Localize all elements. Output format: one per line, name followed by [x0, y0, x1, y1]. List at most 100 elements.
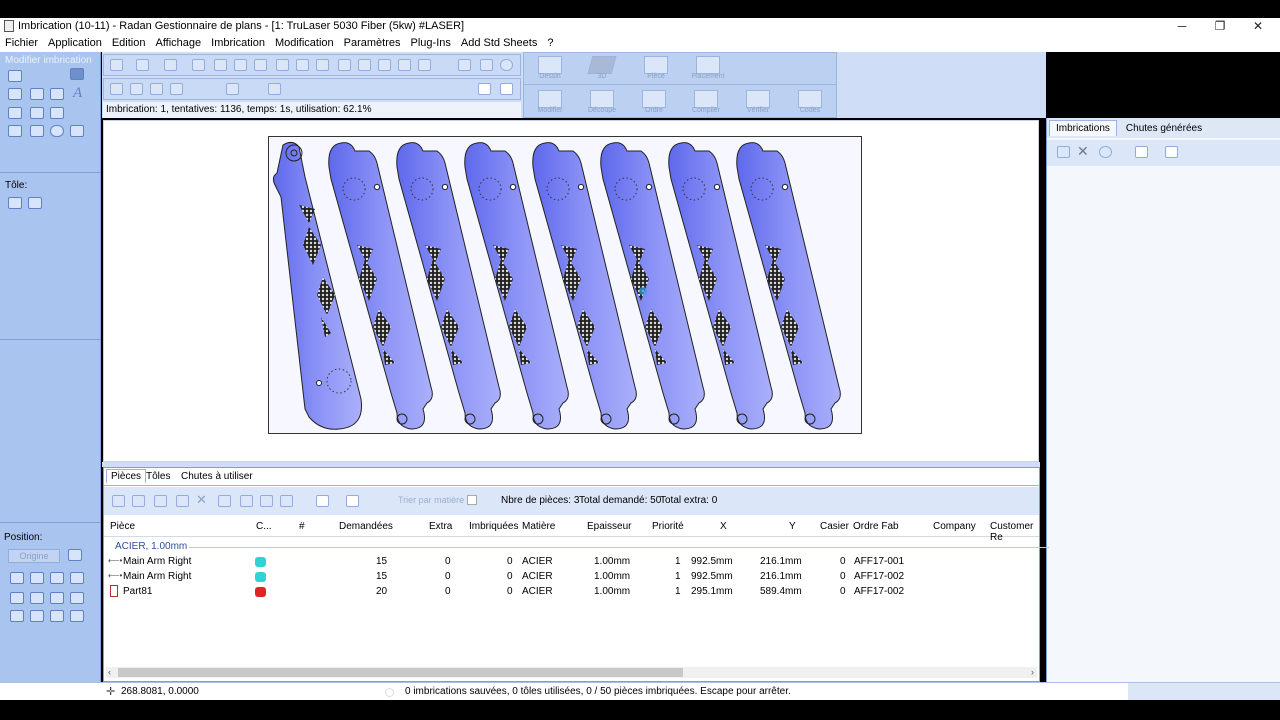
- align-tool-icon[interactable]: [30, 107, 44, 119]
- parts-folder-icon[interactable]: [218, 495, 231, 507]
- origin-button[interactable]: Origine: [8, 549, 60, 563]
- web-icon[interactable]: [480, 59, 493, 71]
- view-panel-icon[interactable]: [500, 83, 513, 95]
- menu-application[interactable]: Application: [43, 34, 107, 52]
- position-tool-icon-1[interactable]: [10, 572, 24, 584]
- last-icon[interactable]: [170, 83, 183, 95]
- col-extra[interactable]: Extra: [429, 521, 452, 532]
- table-row[interactable]: ⟵• Main Arm Right 15 0 0 ACIER 1.00mm 1 …: [104, 555, 1039, 570]
- col-customer-ref[interactable]: Customer Re: [990, 521, 1039, 543]
- menu-parametres[interactable]: Paramètres: [339, 34, 406, 52]
- filter-icon[interactable]: [378, 59, 391, 71]
- cross-tool-icon[interactable]: [8, 125, 22, 137]
- tab-imbrications[interactable]: Imbrications: [1049, 120, 1117, 136]
- position-tool-icon-9[interactable]: [10, 610, 24, 622]
- menu-affichage[interactable]: Affichage: [150, 34, 206, 52]
- first-icon[interactable]: [110, 83, 123, 95]
- position-tool-icon-5[interactable]: [10, 592, 24, 604]
- next-icon[interactable]: [150, 83, 163, 95]
- placement-icon[interactable]: [696, 56, 720, 74]
- stop-icon[interactable]: [316, 59, 329, 71]
- position-tool-icon-8[interactable]: [70, 592, 84, 604]
- col-priority[interactable]: Priorité: [652, 521, 684, 532]
- col-company[interactable]: Company: [933, 521, 976, 532]
- minimize-button[interactable]: ─: [1162, 18, 1202, 34]
- menu-edition[interactable]: Edition: [107, 34, 151, 52]
- col-x[interactable]: X: [720, 521, 727, 532]
- table-row[interactable]: Part81 20 0 0 ACIER 1.00mm 1 295.1mm 589…: [104, 585, 1039, 600]
- menu-help[interactable]: ?: [542, 34, 558, 52]
- col-demanded[interactable]: Demandées: [339, 521, 393, 532]
- save-icon[interactable]: [164, 59, 177, 71]
- move-tool-icon[interactable]: [8, 88, 22, 100]
- verify-icon[interactable]: [746, 90, 770, 108]
- scroll-left-icon[interactable]: ‹: [108, 667, 111, 677]
- scroll-right-icon[interactable]: ›: [1031, 667, 1034, 677]
- flip-tool-icon[interactable]: [70, 125, 84, 137]
- right-layout-icon[interactable]: [1165, 146, 1178, 158]
- table-icon[interactable]: [268, 83, 281, 95]
- parts-view-icon[interactable]: [316, 495, 329, 507]
- parts-horizontal-scrollbar[interactable]: ‹ ›: [106, 667, 1037, 678]
- menu-imbrication[interactable]: Imbrication: [206, 34, 270, 52]
- parts-add-icon[interactable]: [112, 495, 125, 507]
- modify-icon[interactable]: [538, 90, 562, 108]
- list-icon[interactable]: [418, 59, 431, 71]
- col-thickness[interactable]: Epaisseur: [587, 521, 631, 532]
- menu-add-std-sheets[interactable]: Add Std Sheets: [456, 34, 542, 52]
- mirror-tool-icon[interactable]: [30, 125, 44, 137]
- col-casier[interactable]: Casier: [820, 521, 849, 532]
- menu-plugins[interactable]: Plug-Ins: [406, 34, 456, 52]
- col-piece[interactable]: Pièce: [110, 521, 135, 532]
- col-material[interactable]: Matière: [522, 521, 555, 532]
- canvas-horizontal-scrollbar[interactable]: [108, 448, 1026, 457]
- col-y[interactable]: Y: [789, 521, 796, 532]
- position-tool-icon-10[interactable]: [30, 610, 44, 622]
- parts-delete-icon[interactable]: ✕: [196, 492, 207, 508]
- parts-save-icon[interactable]: [154, 495, 167, 507]
- sheet-tool-icon-1[interactable]: [8, 197, 22, 209]
- snap-icon[interactable]: [338, 59, 351, 71]
- sheet-tool-icon-2[interactable]: [28, 197, 42, 209]
- tab-toles[interactable]: Tôles: [146, 471, 170, 482]
- tab-pieces[interactable]: Pièces: [106, 469, 147, 483]
- right-delete-icon[interactable]: ✕: [1077, 143, 1089, 160]
- parts-import-icon[interactable]: [132, 495, 145, 507]
- part-icon[interactable]: [644, 56, 668, 74]
- tab-chutes-a-utiliser[interactable]: Chutes à utiliser: [181, 471, 253, 482]
- nest-view-icon[interactable]: [226, 83, 239, 95]
- grid-tool-icon[interactable]: [50, 107, 64, 119]
- copy-icon[interactable]: [234, 59, 247, 71]
- parts-grid-icon[interactable]: [260, 495, 273, 507]
- menu-modification[interactable]: Modification: [270, 34, 339, 52]
- pen-icon[interactable]: [214, 59, 227, 71]
- position-tool-icon-4[interactable]: [70, 572, 84, 584]
- paste-icon[interactable]: [254, 59, 267, 71]
- right-link-icon[interactable]: [1099, 146, 1112, 158]
- right-new-icon[interactable]: [1057, 146, 1070, 158]
- position-tool-icon-2[interactable]: [30, 572, 44, 584]
- view-split-icon[interactable]: [478, 83, 491, 95]
- tab-chutes-generees[interactable]: Chutes générées: [1118, 120, 1210, 136]
- open-icon[interactable]: [136, 59, 149, 71]
- prev-icon[interactable]: [130, 83, 143, 95]
- restore-button[interactable]: ❐: [1200, 18, 1240, 34]
- parts-layout-icon[interactable]: [346, 495, 359, 507]
- col-order[interactable]: Ordre Fab: [853, 521, 899, 532]
- position-tool-icon-3[interactable]: [50, 572, 64, 584]
- position-tool-icon-6[interactable]: [30, 592, 44, 604]
- select-tool-icon[interactable]: [8, 70, 22, 82]
- position-tool-icon-11[interactable]: [50, 610, 64, 622]
- help-icon[interactable]: [500, 59, 513, 71]
- fill-tool-icon[interactable]: [30, 88, 44, 100]
- document-tool-icon[interactable]: [50, 88, 64, 100]
- position-tool-icon-12[interactable]: [70, 610, 84, 622]
- compile-icon[interactable]: [694, 90, 718, 108]
- print-icon[interactable]: [192, 59, 205, 71]
- redo-icon[interactable]: [296, 59, 309, 71]
- col-number[interactable]: #: [299, 521, 305, 532]
- cutting-icon[interactable]: [590, 90, 614, 108]
- text-tool-icon[interactable]: A: [73, 85, 82, 102]
- table-row[interactable]: ⟵• Main Arm Right 15 0 0 ACIER 1.00mm 1 …: [104, 570, 1039, 585]
- brush-icon[interactable]: [458, 59, 471, 71]
